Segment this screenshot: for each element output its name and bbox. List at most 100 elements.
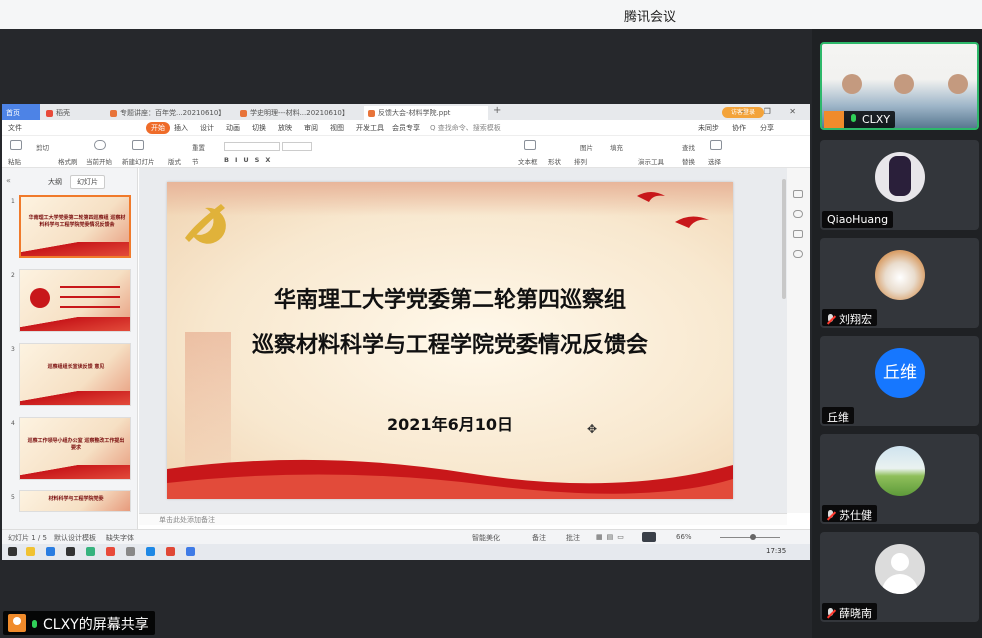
tab-doc-feedback[interactable]: 反馈大会-材料学院.ppt xyxy=(364,106,488,120)
share-button[interactable]: 分享 xyxy=(760,123,774,133)
wechat-icon[interactable] xyxy=(86,547,95,556)
properties-icon[interactable] xyxy=(793,190,803,198)
select-icon[interactable] xyxy=(710,140,722,150)
host-icon xyxy=(824,111,844,128)
menu-review[interactable]: 审阅 xyxy=(304,123,318,133)
textbox-icon[interactable] xyxy=(524,140,536,150)
present-tools-button[interactable]: 演示工具 xyxy=(638,156,664,166)
font-size-select[interactable] xyxy=(282,142,312,151)
section-button[interactable]: 节 xyxy=(192,156,199,166)
picture-button[interactable]: 图片 xyxy=(580,142,593,152)
notes-pane[interactable]: 单击此处添加备注 xyxy=(139,513,787,525)
tab-daoke[interactable]: 稻壳 xyxy=(42,106,102,120)
tab-doc-lecture[interactable]: 专题讲座：百年党...20210610】 xyxy=(106,106,234,120)
paste-button[interactable]: 粘贴 xyxy=(8,156,21,166)
participant-card-sushijian[interactable]: 苏仕健 xyxy=(820,434,979,524)
menu-view[interactable]: 视图 xyxy=(330,123,344,133)
text-format-icons[interactable]: BIUSX xyxy=(224,156,276,164)
menu-animation[interactable]: 动画 xyxy=(226,123,240,133)
browser-icon[interactable] xyxy=(146,547,155,556)
mic-muted-icon xyxy=(827,314,835,325)
slide-thumb-5[interactable]: 材料科学与工程学院党委 xyxy=(19,490,131,512)
participant-name-text: 苏仕健 xyxy=(839,509,872,522)
shape-button[interactable]: 形状 xyxy=(548,156,561,166)
tab-slides[interactable]: 幻灯片 xyxy=(70,175,105,189)
zoom-level[interactable]: 66% xyxy=(676,533,692,541)
replace-button[interactable]: 替换 xyxy=(682,156,695,166)
arrange-button[interactable]: 排列 xyxy=(574,156,587,166)
layout-button[interactable]: 版式 xyxy=(168,156,181,166)
help-icon[interactable] xyxy=(793,250,803,258)
vertical-scrollbar[interactable] xyxy=(782,179,786,299)
wps-icon[interactable] xyxy=(106,547,115,556)
new-slide-icon[interactable] xyxy=(132,140,144,150)
participant-card-qiuwei[interactable]: 丘维 丘维 xyxy=(820,336,979,426)
wps-tab-bar: 首页 稻壳 专题讲座：百年党...20210610】 学史明理---材料...2… xyxy=(2,104,810,120)
chrome-icon[interactable] xyxy=(166,547,175,556)
select-button[interactable]: 选择 xyxy=(708,156,721,166)
participant-card-qiaohuang[interactable]: QiaoHuang xyxy=(820,140,979,230)
menu-member[interactable]: 会员专享 xyxy=(392,123,420,133)
participant-name: CLXY xyxy=(824,111,896,128)
window-controls[interactable]: – ❐ ✕ xyxy=(741,107,804,116)
font-name-select[interactable] xyxy=(224,142,280,151)
menu-insert[interactable]: 插入 xyxy=(174,123,188,133)
app-icon[interactable] xyxy=(66,547,75,556)
explorer-icon[interactable] xyxy=(26,547,35,556)
slide-thumb-2[interactable] xyxy=(19,269,131,332)
find-button[interactable]: 查找 xyxy=(682,142,695,152)
windows-start-icon[interactable] xyxy=(8,547,17,556)
slide-thumb-4[interactable]: 巡察工作领导小组办公室 巡察整改工作提出要求 xyxy=(19,417,131,480)
paste-icon[interactable] xyxy=(10,140,22,150)
view-mode-icons[interactable]: ▦▤▭ xyxy=(596,533,628,541)
slideshow-play-button[interactable] xyxy=(642,532,656,542)
format-painter-button[interactable]: 格式刷 xyxy=(58,156,78,166)
smart-beautify-button[interactable]: 智能美化 xyxy=(472,533,500,543)
app-icon[interactable] xyxy=(46,547,55,556)
thumb-text: 华南理工大学党委第二轮第四巡察组 巡察材料科学与工程学院党委情况反馈会 xyxy=(28,215,126,228)
slide-thumb-1[interactable]: 华南理工大学党委第二轮第四巡察组 巡察材料科学与工程学院党委情况反馈会 xyxy=(19,195,131,258)
notes-toggle[interactable]: 备注 xyxy=(532,533,546,543)
tab-outline[interactable]: 大纲 xyxy=(42,176,68,188)
participant-card-clxy[interactable]: CLXY xyxy=(820,42,979,130)
notes-placeholder: 单击此处添加备注 xyxy=(159,516,215,524)
menu-transition[interactable]: 切换 xyxy=(252,123,266,133)
menu-slideshow[interactable]: 放映 xyxy=(278,123,292,133)
participant-card-liuxianghong[interactable]: 刘翔宏 xyxy=(820,238,979,328)
cut-button[interactable]: 剪切 xyxy=(36,142,49,152)
slide-thumbnail-panel: « 大纲 幻灯片 1 华南理工大学党委第二轮第四巡察组 巡察材料科学与工程学院党委… xyxy=(2,168,138,536)
menu-file[interactable]: 文件 xyxy=(8,123,22,133)
new-tab-icon[interactable]: + xyxy=(493,105,501,116)
menu-design[interactable]: 设计 xyxy=(200,123,214,133)
fill-button[interactable]: 填充 xyxy=(610,142,623,152)
new-slide-button[interactable]: 新建幻灯片 xyxy=(122,156,155,166)
menu-devtools[interactable]: 开发工具 xyxy=(356,123,384,133)
star-icon[interactable] xyxy=(793,210,803,218)
participant-name-text: 刘翔宏 xyxy=(839,313,872,326)
command-search-input[interactable]: Q 查找命令、搜索模板 xyxy=(430,123,501,133)
tab-home[interactable]: 首页 xyxy=(2,104,40,120)
thumb-number: 1 xyxy=(11,198,15,205)
transition-icon[interactable] xyxy=(793,230,803,238)
play-from-current-button[interactable]: 当前开始 xyxy=(86,156,112,166)
comment-toggle[interactable]: 批注 xyxy=(566,533,580,543)
zoom-slider-knob[interactable] xyxy=(750,534,756,540)
participant-card-xuexiaonan[interactable]: 薛晓南 xyxy=(820,532,979,622)
meeting-icon[interactable] xyxy=(186,547,195,556)
play-from-current-icon[interactable] xyxy=(94,140,106,150)
slide-date: 2021年6月10日 xyxy=(387,415,513,434)
slide-thumb-3[interactable]: 巡察组组长宣读反馈 意见 xyxy=(19,343,131,406)
textbox-button[interactable]: 文本框 xyxy=(518,156,538,166)
current-slide[interactable]: 华南理工大学党委第二轮第四巡察组 巡察材料科学与工程学院党委情况反馈会 2021… xyxy=(167,182,733,499)
collab-button[interactable]: 协作 xyxy=(732,123,746,133)
red-wave-decoration xyxy=(167,459,733,499)
tab-doc-history[interactable]: 学史明理---材料...20210610】 xyxy=(236,106,362,120)
collapse-panel-icon[interactable]: « xyxy=(6,176,11,185)
reset-button[interactable]: 重置 xyxy=(192,142,205,152)
wps-ribbon: 粘贴 剪切 格式刷 当前开始 新建幻灯片 版式 节 重置 BIUSX 文本框 形… xyxy=(2,136,810,168)
sync-status[interactable]: 未同步 xyxy=(698,123,719,133)
thumb-decoration xyxy=(21,242,129,256)
missing-font[interactable]: 缺失字体 xyxy=(106,533,134,543)
menu-start[interactable]: 开始 xyxy=(146,122,170,134)
settings-icon[interactable] xyxy=(126,547,135,556)
